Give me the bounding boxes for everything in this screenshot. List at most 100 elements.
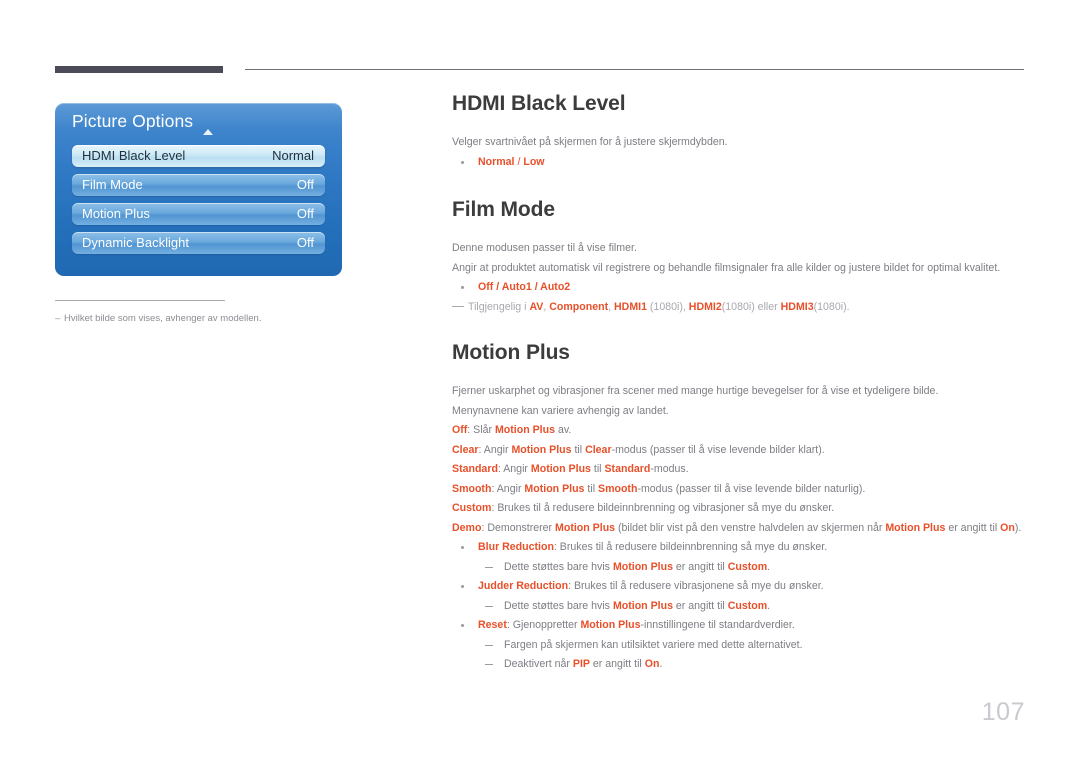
section-heading-film-mode: Film Mode — [452, 198, 555, 221]
menu-item-motion-plus[interactable]: Motion Plus Off — [72, 203, 325, 225]
emphasis-term: Motion Plus — [885, 521, 946, 534]
mode-name: Smooth — [452, 482, 492, 495]
mode-line-clear: Clear: Angir Motion Plus til Clear-modus… — [452, 441, 1024, 461]
bullet-icon — [461, 624, 464, 627]
text-run: . — [767, 560, 771, 573]
bullet-icon — [461, 546, 464, 549]
header-rule-thin — [245, 69, 1024, 70]
options-list-hdmi-black-level: Normal / Low — [452, 153, 1024, 173]
source-hdmi1: HDMI1 — [614, 300, 647, 313]
menu-item-dynamic-backlight[interactable]: Dynamic Backlight Off — [72, 232, 325, 254]
mode-name: Off — [452, 424, 468, 436]
section-intro-2: Angir at produktet automatisk vil regist… — [452, 261, 1001, 274]
section-heading-motion-plus: Motion Plus — [452, 341, 570, 364]
menu-item-label: HDMI Black Level — [82, 148, 186, 163]
menu-item-value: Off — [296, 177, 314, 192]
section-intro-1: Denne modusen passer til å vise filmer. — [452, 242, 637, 254]
footnote-dash-icon: – — [55, 313, 61, 324]
text-run: Deaktivert når — [504, 658, 573, 670]
menu-item-label: Motion Plus — [82, 206, 150, 221]
res-hdmi3: (1080i). — [813, 300, 850, 313]
menu-item-label: Film Mode — [82, 177, 143, 192]
emphasis-term: Motion Plus — [612, 599, 673, 612]
sub-list-item: Dette støttes bare hvis Motion Plus er a… — [478, 597, 1024, 617]
text-run: Dette støttes bare hvis — [504, 560, 613, 573]
text-run: : Angir — [497, 463, 531, 475]
text-run: (bildet blir vist på den venstre halvdel… — [615, 521, 886, 534]
section-intro-2: Menynavnene kan variere avhengig av land… — [452, 404, 669, 417]
source-hdmi3: HDMI3 — [780, 300, 814, 313]
sub-list-item: Dette støttes bare hvis Motion Plus er a… — [478, 558, 1024, 578]
menu-item-value: Normal — [272, 148, 314, 163]
mode-name: Custom — [452, 502, 492, 514]
emphasis-term: Clear — [585, 443, 612, 456]
mode-line-off: Off: Slår Motion Plus av. — [452, 421, 1024, 441]
emphasis-term: On — [1000, 521, 1015, 534]
list-item: Judder Reduction: Brukes til å redusere … — [452, 577, 1024, 616]
emphasis-term: PIP — [572, 658, 590, 670]
res-hdmi2: (1080i) eller — [721, 300, 781, 313]
text-run: -modus (passer til å vise levende bilder… — [637, 482, 866, 495]
content-column: HDMI Black Level Velger svartnivået på s… — [452, 92, 1024, 675]
menu-item-value: Off — [296, 235, 314, 250]
section-intro: Velger svartnivået på skjermen for å jus… — [452, 136, 728, 148]
source-hdmi2: HDMI2 — [688, 300, 722, 313]
emphasis-term: Motion Plus — [524, 482, 585, 495]
sub-list-item: Fargen på skjermen kan utilsiktet varier… — [478, 636, 1024, 656]
text-run: . — [659, 658, 663, 670]
text-run: er angitt til — [589, 658, 645, 670]
options-list-film-mode: Off / Auto1 / Auto2 — [452, 278, 1024, 298]
motion-plus-sub-options: Blur Reduction: Brukes til å redusere bi… — [452, 538, 1024, 675]
text-run: til — [590, 463, 605, 475]
text-run: er angitt til — [945, 521, 1001, 534]
bullet-icon — [461, 585, 464, 588]
emphasis-term: Custom — [727, 560, 768, 573]
dash-icon — [485, 664, 493, 666]
sub-list-item: Deaktivert når PIP er angitt til On. — [478, 655, 1024, 675]
text-run: av. — [555, 424, 572, 436]
availability-note: Tilgjengelig i AV, Component, HDMI1 (108… — [452, 298, 1024, 318]
option-name: Blur Reduction — [478, 541, 554, 553]
menu-rows: HDMI Black Level Normal Film Mode Off Mo… — [72, 145, 325, 261]
mode-name: Standard — [452, 463, 498, 475]
panel-title-row: Picture Options — [55, 103, 342, 143]
menu-item-label: Dynamic Backlight — [82, 235, 189, 250]
emphasis-term: Motion Plus — [494, 424, 555, 436]
note-dash-icon — [452, 305, 464, 308]
osd-footnote: – Hvilket bilde som vises, avhenger av mo… — [55, 312, 345, 326]
text-run: ). — [1014, 521, 1022, 534]
emphasis-term: Motion Plus — [555, 521, 616, 534]
sub-note-list: Dette støttes bare hvis Motion Plus er a… — [478, 597, 1024, 617]
panel-title: Picture Options — [72, 111, 194, 131]
list-item: Reset: Gjenoppretter Motion Plus-innstil… — [452, 616, 1024, 675]
text-run: er angitt til — [672, 599, 728, 612]
text-run: Fargen på skjermen kan utilsiktet varier… — [504, 638, 803, 651]
list-item: Normal / Low — [452, 153, 1024, 173]
sub-note-list: Dette støttes bare hvis Motion Plus er a… — [478, 558, 1024, 578]
source-av: AV — [529, 300, 544, 313]
menu-item-film-mode[interactable]: Film Mode Off — [72, 174, 325, 196]
mode-line-smooth: Smooth: Angir Motion Plus til Smooth-mod… — [452, 480, 1024, 500]
dash-icon — [485, 566, 493, 568]
header-rule-thick — [55, 66, 223, 73]
option-name: Reset — [478, 619, 507, 631]
mode-name: Clear — [452, 443, 479, 456]
emphasis-term: Smooth — [598, 482, 638, 495]
text-run: : Brukes til å redusere bildeinnbrenning… — [491, 502, 835, 514]
osd-illustration: Picture Options HDMI Black Level Normal … — [55, 103, 342, 276]
text-run: -modus. — [650, 463, 689, 475]
emphasis-term: Motion Plus — [612, 560, 673, 573]
text-run: til — [584, 482, 598, 495]
chevron-up-icon — [203, 129, 213, 135]
text-run: -modus (passer til å vise levende bilder… — [611, 443, 825, 456]
option-description: : Brukes til å redusere vibrasjonene så … — [568, 580, 824, 592]
res-hdmi1: (1080i), — [646, 300, 689, 313]
mode-line-standard: Standard: Angir Motion Plus til Standard… — [452, 460, 1024, 480]
menu-item-hdmi-black-level[interactable]: HDMI Black Level Normal — [72, 145, 325, 167]
mode-name: Demo — [452, 521, 482, 534]
emphasis-term: Motion Plus — [580, 619, 641, 631]
text-run: er angitt til — [672, 560, 728, 573]
emphasis-term: Motion Plus — [530, 463, 591, 475]
option-values: Off / Auto1 / Auto2 — [478, 281, 571, 293]
emphasis-term: Motion Plus — [511, 443, 572, 456]
